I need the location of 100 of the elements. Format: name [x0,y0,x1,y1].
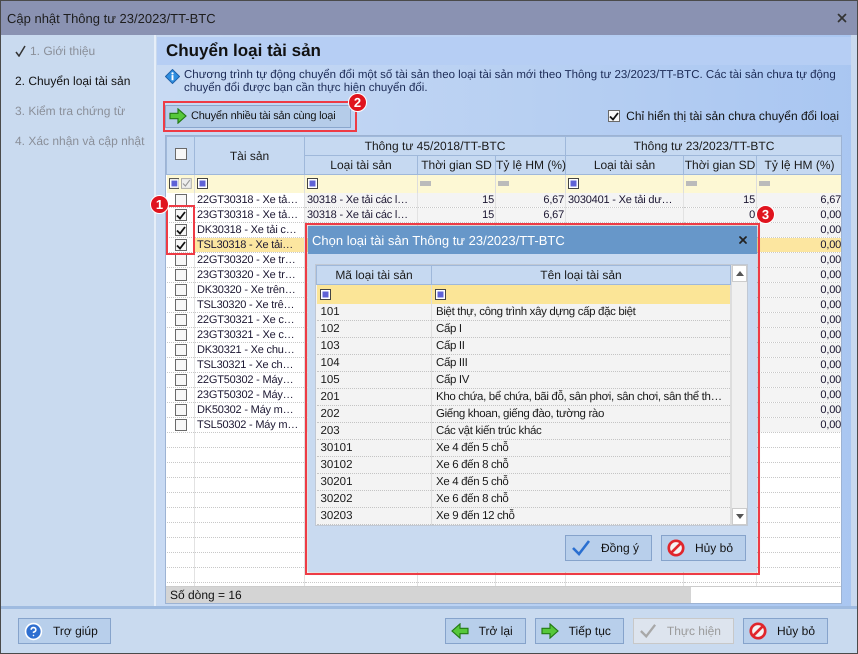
column-group-header: Thông tư 23/2023/TT-BTC [566,136,841,156]
table-cell: Cấp IV [436,374,470,386]
row-count: Số dòng = 16 [166,587,691,603]
table-cell: Xe 6 đến 8 chỗ [436,493,508,505]
row-checkbox[interactable] [174,314,187,326]
table-cell: 0,00 [820,209,841,221]
filter-icon[interactable] [320,288,330,300]
arrow-left-icon [450,623,469,639]
column-header[interactable]: Loại tài sản [304,156,418,174]
confirm-button[interactable]: Đồng ý [564,535,652,561]
table-cell: Cấp II [436,340,465,352]
check-icon [638,623,657,639]
wizard-step[interactable]: 2. Chuyển loại tài sản [15,73,154,89]
table-cell: 0,00 [820,269,841,281]
table-cell: Cấp I [436,323,462,335]
table-cell: 30203 [320,510,352,522]
page-heading: Chuyển loại tài sản [157,37,851,65]
row-checkbox[interactable] [174,194,187,206]
table-cell: 3030401 - Xe tải dư… [568,194,672,206]
table-cell: DK50302 - Máy m… [197,404,294,416]
table-cell: 0,00 [820,239,841,251]
checkbox-label: Chỉ hiển thị tài sản chưa chuyển đổi loại [626,109,839,123]
next-button[interactable]: Tiếp tục [534,618,624,644]
table-cell: 15 [482,194,494,206]
row-checkbox[interactable] [174,239,187,252]
prohibited-icon [748,622,767,640]
select-all-checkbox[interactable] [174,148,186,160]
table-cell: 104 [320,357,340,369]
table-cell: Xe 4 đến 5 chỗ [436,442,508,454]
table-cell: 0,00 [820,359,841,371]
table-cell: 22GT50302 - Máy… [197,374,294,386]
help-icon [24,622,43,640]
table-cell: DK30320 - Xe trên… [197,284,296,296]
cancel-button[interactable]: Hủy bỏ [660,535,746,561]
cancel-button[interactable]: Hủy bỏ [742,618,828,644]
column-header[interactable]: Tỷ lệ HM (%) [756,156,841,174]
scrollbar[interactable] [731,265,747,525]
table-cell: 101 [320,306,340,318]
row-checkbox[interactable] [174,284,187,296]
column-header[interactable]: Tài sản [194,136,304,174]
info-text: Chương trình tự động chuyển đổi một số tài sản theo loại tài sản mới theo Thông tư 23/2023/TT-BTC. Các tài sản chưa tự động chuyển đổi được bạn cần thực hiện chuyển đổi. [184,69,837,96]
table-cell: 0,00 [820,389,841,401]
table-cell: 23GT50302 - Máy… [197,389,294,401]
table-cell: DK30321 - Xe chu… [197,344,294,356]
row-checkbox[interactable] [174,404,187,416]
column-group-header: Thông tư 45/2018/TT-BTC [304,136,566,156]
filter-icon[interactable] [168,178,180,190]
column-header[interactable]: Thời gian SD [418,156,496,174]
close-icon[interactable] [737,234,749,246]
table-cell: 0,00 [820,314,841,326]
table-cell: 15 [482,209,494,221]
row-checkbox[interactable] [174,344,187,356]
row-checkbox[interactable] [174,359,187,372]
table-cell: 0,00 [820,299,841,311]
check-icon [15,45,26,57]
row-checkbox[interactable] [174,389,187,402]
row-checkbox[interactable] [174,269,187,282]
filter-checkbox[interactable] [608,110,620,122]
table-cell: Kho chứa, bể chứa, bãi đỗ, sân phơi, sân chơi, sân thể th… [436,391,722,403]
highlight-frame [166,205,195,255]
table-cell: Các vật kiến trúc khác [436,425,542,437]
check-icon [570,539,591,557]
table-cell: 0,00 [820,284,841,296]
convert-button[interactable]: Chuyển nhiều tài sản cùng loại [165,104,351,128]
column-header[interactable]: Thời gian SD [684,156,757,174]
column-header[interactable]: Tỷ lệ HM (%) [496,156,566,174]
column-header[interactable]: Loại tài sản [566,156,684,174]
filter-icon[interactable] [307,178,318,190]
table-cell: TSL30321 - Xe ch… [197,359,294,371]
row-checkbox[interactable] [174,374,187,386]
scroll-down-icon[interactable] [736,514,744,519]
help-button[interactable]: Trợ giúp [18,618,111,644]
table-cell: 0,00 [820,419,841,431]
table-cell: Xe 9 đến 12 chỗ [436,510,515,522]
close-icon[interactable] [835,11,849,25]
filter-icon[interactable] [197,178,208,190]
prohibited-icon [666,539,685,557]
row-checkbox[interactable] [174,329,187,342]
table-cell: 30102 [320,459,352,471]
table-cell: 0,00 [820,329,841,341]
filter-icon[interactable] [435,288,446,300]
table-cell: 0 [749,209,756,221]
back-button[interactable]: Trở lại [444,618,526,644]
row-checkbox[interactable] [174,254,187,266]
table-cell: Giếng khoan, giếng đào, tường rào [436,408,604,420]
row-checkbox[interactable] [174,224,187,236]
table-cell: 23GT30321 - Xe c… [197,329,294,341]
row-checkbox[interactable] [174,419,187,432]
table-cell: 6,67 [543,194,564,206]
table-cell: 102 [320,323,340,335]
filter-icon[interactable] [568,178,580,190]
dialog-title: Chọn loại tài sản Thông tư 23/2023/TT-BTC [312,232,565,248]
column-header[interactable]: Tên loại tài sản [432,266,730,284]
scroll-up-icon[interactable] [736,271,744,276]
table-cell: 6,67 [543,209,564,221]
row-checkbox[interactable] [174,299,187,312]
window-title: Cập nhật Thông tư 23/2023/TT-BTC [7,10,216,26]
column-header[interactable]: Mã loại tài sản [316,266,432,284]
table-cell: Xe 6 đến 8 chỗ [436,459,508,471]
row-checkbox[interactable] [174,209,187,222]
